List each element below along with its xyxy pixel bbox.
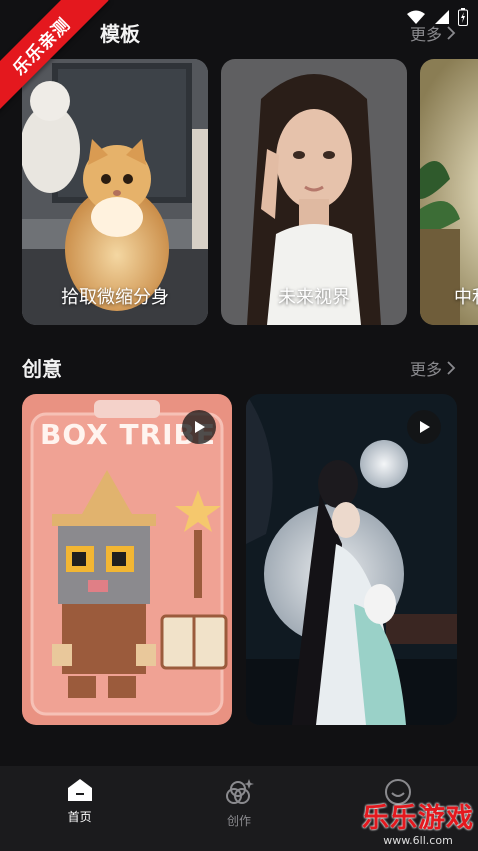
creative-title: 创意 bbox=[22, 357, 62, 381]
nav-home[interactable]: 首页 bbox=[0, 766, 159, 851]
creative-card[interactable] bbox=[246, 394, 457, 725]
home-icon bbox=[67, 779, 92, 801]
creative-header: 创意 更多 bbox=[22, 353, 456, 382]
more-label: 更多 bbox=[409, 24, 442, 44]
template-card[interactable]: 未来视界 bbox=[221, 59, 407, 325]
templates-more-link[interactable]: 更多 bbox=[410, 21, 456, 45]
play-icon bbox=[420, 421, 430, 433]
profile-icon bbox=[385, 779, 412, 805]
creative-more-link[interactable]: 更多 bbox=[410, 356, 456, 380]
play-button[interactable] bbox=[407, 410, 441, 444]
play-icon bbox=[195, 421, 205, 433]
chevron-right-icon bbox=[447, 25, 456, 40]
play-button[interactable] bbox=[182, 410, 216, 444]
watermark-url: www.6ll.com bbox=[383, 834, 453, 847]
create-icon bbox=[225, 779, 254, 804]
ribbon-text: 乐乐亲测 bbox=[0, 0, 109, 114]
template-label: 拾取微缩分身 bbox=[61, 287, 169, 308]
more-label: 更多 bbox=[409, 359, 442, 379]
battery-icon bbox=[458, 8, 468, 26]
app-screen: 乐乐亲测 模板 更多 拾取微缩分身 未来视界 中 创意 更多 BOX TRIBE… bbox=[0, 0, 478, 851]
site-watermark: 乐乐游戏 www.6ll.com bbox=[362, 803, 474, 848]
template-label: 未来视界 bbox=[278, 287, 350, 308]
nav-create[interactable]: 创作 bbox=[159, 766, 318, 851]
chevron-right-icon bbox=[447, 360, 456, 375]
nav-create-label: 创作 bbox=[226, 814, 251, 828]
corner-ribbon: 乐乐亲测 bbox=[0, 0, 120, 120]
creative-card[interactable]: BOX TRIBE bbox=[22, 394, 232, 725]
watermark-title: 乐乐游戏 bbox=[362, 803, 474, 834]
template-card[interactable]: 中和 bbox=[420, 59, 478, 325]
nav-home-label: 首页 bbox=[67, 810, 92, 824]
template-label: 中和 bbox=[454, 287, 478, 308]
